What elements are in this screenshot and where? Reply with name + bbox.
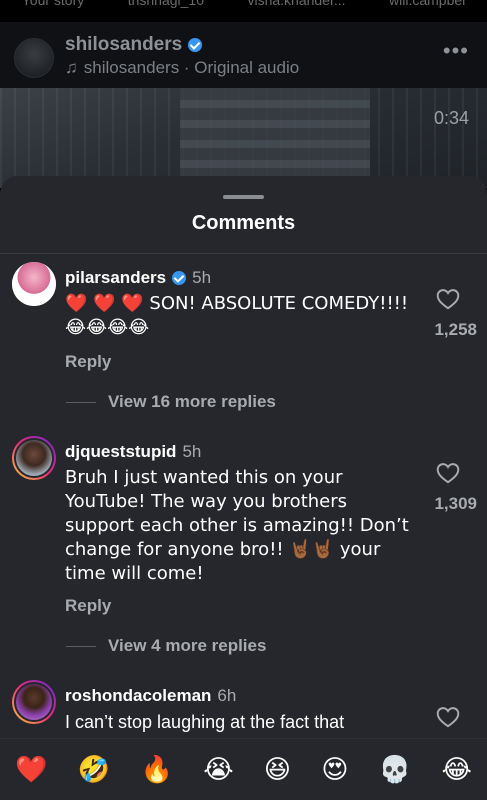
reply-button[interactable]: Reply xyxy=(65,596,111,616)
post-header: shilosanders ♫ shilosanders · Original a… xyxy=(0,22,487,88)
commenter-avatar[interactable] xyxy=(12,436,56,480)
view-more-replies-button[interactable]: View 16 more replies xyxy=(66,392,276,412)
sheet-drag-handle[interactable] xyxy=(223,195,264,199)
replies-divider-line xyxy=(66,401,96,403)
comment-header: pilarsanders 5h xyxy=(65,268,211,288)
like-count: 1,258 xyxy=(434,320,477,339)
story-label[interactable]: trishnagi_10 xyxy=(128,0,204,8)
like-count: 1,309 xyxy=(434,494,477,513)
view-more-replies-label[interactable]: View 4 more replies xyxy=(108,636,266,656)
emoji-joy-button[interactable]: 😂 xyxy=(441,755,471,785)
view-more-replies-label[interactable]: View 16 more replies xyxy=(108,392,276,412)
comment-username[interactable]: roshondacoleman xyxy=(65,686,211,706)
post-audio-row[interactable]: ♫ shilosanders · Original audio xyxy=(65,58,299,78)
comment-username[interactable]: djqueststupid xyxy=(65,442,176,462)
video-frame-image xyxy=(180,88,370,188)
quick-emoji-bar: ❤️ 🤣 🔥 😭 😆 😍 💀 😂 xyxy=(0,738,487,800)
view-more-replies-button[interactable]: View 4 more replies xyxy=(66,636,266,656)
story-label[interactable]: visha.khander... xyxy=(247,0,345,8)
story-label[interactable]: Your story xyxy=(22,0,85,8)
comment-header: djqueststupid 5h xyxy=(65,442,201,462)
emoji-heart-eyes-button[interactable]: 😍 xyxy=(321,755,348,785)
comment-time: 5h xyxy=(192,268,212,287)
commenter-avatar[interactable] xyxy=(12,680,56,724)
more-dots-icon[interactable]: ••• xyxy=(443,38,469,64)
post-username-row[interactable]: shilosanders xyxy=(65,34,203,56)
heart-outline-icon[interactable] xyxy=(435,286,461,312)
reply-button[interactable]: Reply xyxy=(65,352,111,372)
comment-time: 6h xyxy=(217,686,237,705)
replies-divider-line xyxy=(66,645,96,647)
comment-header: roshondacoleman 6h xyxy=(65,686,236,706)
comment-item: pilarsanders 5h ❤️ ❤️ ❤️ SON! ABSOLUTE C… xyxy=(0,256,487,416)
comment-time: 5h xyxy=(182,442,202,461)
music-note-icon: ♫ xyxy=(65,58,78,77)
comment-item: roshondacoleman 6h I can’t stop laughing… xyxy=(0,674,487,736)
post-author-avatar[interactable] xyxy=(14,38,54,78)
emoji-laughing-button[interactable]: 😆 xyxy=(264,755,291,785)
commenter-avatar[interactable] xyxy=(12,262,56,306)
comment-text: I can’t stop laughing at the fact that xyxy=(65,712,345,732)
emoji-rofl-button[interactable]: 🤣 xyxy=(78,755,110,785)
heart-outline-icon[interactable] xyxy=(435,704,461,730)
sheet-title: Comments xyxy=(191,212,296,234)
video-preview[interactable]: 0:34 xyxy=(0,88,487,188)
heart-outline-icon[interactable] xyxy=(435,460,461,486)
comments-list[interactable]: pilarsanders 5h ❤️ ❤️ ❤️ SON! ABSOLUTE C… xyxy=(0,256,487,736)
comment-item: djqueststupid 5h Bruh I just wanted this… xyxy=(0,430,487,658)
story-label[interactable]: will.campbel xyxy=(389,0,465,8)
emoji-heart-button[interactable]: ❤️ xyxy=(15,755,47,785)
reels-comments-screen: Your story trishnagi_10 visha.khander...… xyxy=(0,0,487,800)
comment-text: ❤️ ❤️ ❤️ SON! ABSOLUTE COMEDY!!!!😂😂😂😂 xyxy=(65,293,409,338)
comment-username[interactable]: pilarsanders xyxy=(65,268,166,288)
stories-strip: Your story trishnagi_10 visha.khander...… xyxy=(0,0,487,14)
video-timer: 0:34 xyxy=(433,108,469,128)
comment-text: Bruh I just wanted this on your YouTube!… xyxy=(65,467,409,584)
verified-badge-icon xyxy=(172,271,187,285)
emoji-crying-button[interactable]: 😭 xyxy=(203,755,233,785)
post-username[interactable]: shilosanders xyxy=(65,34,182,56)
sheet-divider xyxy=(0,253,487,254)
verified-badge-icon xyxy=(188,38,203,52)
comments-sheet: Comments pilarsanders 5h ❤️ ❤️ ❤️ SON! A… xyxy=(0,176,487,800)
post-audio-label[interactable]: shilosanders · Original audio xyxy=(84,58,299,78)
emoji-skull-button[interactable]: 💀 xyxy=(379,755,411,785)
emoji-fire-button[interactable]: 🔥 xyxy=(141,755,173,785)
